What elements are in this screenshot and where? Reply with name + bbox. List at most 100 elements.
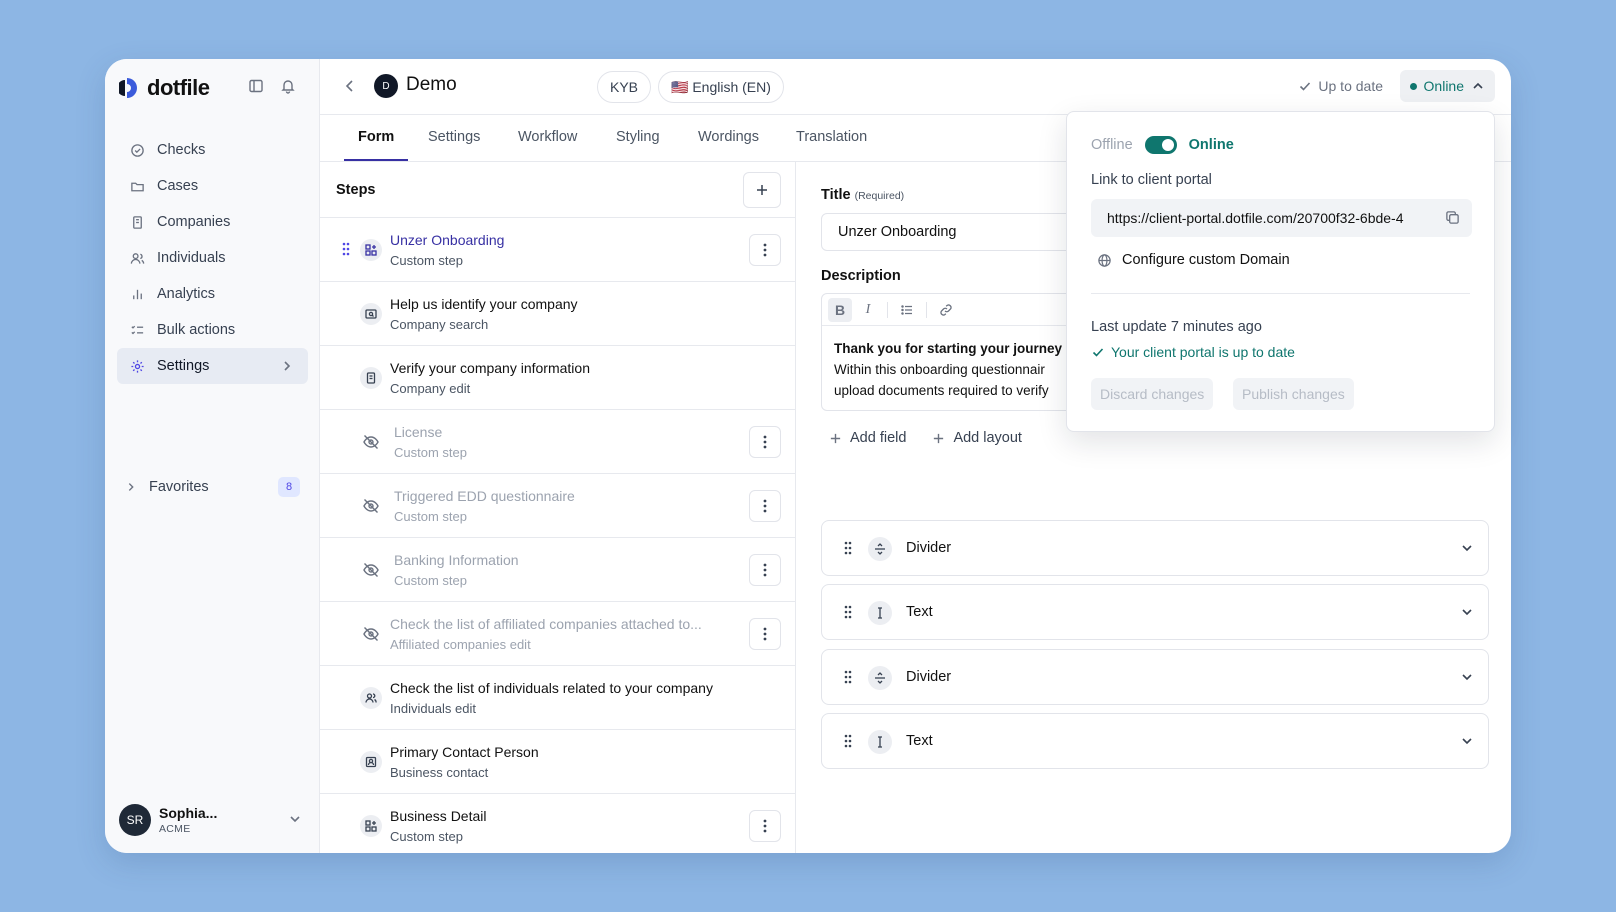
drag-handle-icon[interactable] <box>844 670 852 687</box>
sidebar-item-label: Checks <box>157 142 206 158</box>
drag-handle-icon[interactable] <box>844 541 852 558</box>
step-item[interactable]: Unzer Onboarding Custom step <box>320 218 795 282</box>
field-card[interactable]: Divider <box>821 649 1489 705</box>
tab-settings[interactable]: Settings <box>428 129 480 145</box>
logo[interactable]: dotfile <box>117 73 309 103</box>
tab-form[interactable]: Form <box>358 129 394 145</box>
publish-changes-button[interactable]: Publish changes <box>1233 378 1354 410</box>
step-subtitle: Business contact <box>390 765 489 780</box>
chevron-down-icon[interactable] <box>1460 541 1474 558</box>
field-name: Divider <box>906 540 952 556</box>
steps-title: Steps <box>336 182 376 198</box>
tab-styling[interactable]: Styling <box>616 129 660 145</box>
avatar: SR <box>119 804 151 836</box>
step-subtitle: Company edit <box>390 381 471 396</box>
sidebar-item-label: Bulk actions <box>157 322 236 338</box>
toolbar-divider <box>926 301 927 318</box>
sidebar-item-label: Individuals <box>157 250 226 266</box>
step-item[interactable]: Check the list of affiliated companies a… <box>320 602 795 666</box>
portal-link-label: Link to client portal <box>1091 172 1212 188</box>
back-arrow-icon[interactable] <box>342 78 358 97</box>
sidebar-item-settings[interactable]: Settings <box>117 348 308 384</box>
chevron-up-icon <box>1471 79 1485 93</box>
add-field-label: Add field <box>850 430 907 446</box>
chevron-down-icon[interactable] <box>1460 605 1474 622</box>
add-step-button[interactable] <box>743 172 781 208</box>
sidebar-item-label: Companies <box>157 214 231 230</box>
configure-domain-link[interactable]: Configure custom Domain <box>1097 252 1290 268</box>
sidebar-item-individuals[interactable]: Individuals <box>117 240 308 276</box>
tab-wordings[interactable]: Wordings <box>698 129 759 145</box>
field-name: Divider <box>906 669 952 685</box>
text-cursor-icon <box>868 601 892 625</box>
online-toggle[interactable] <box>1144 136 1177 154</box>
eye-off-icon <box>360 623 382 645</box>
discard-changes-button[interactable]: Discard changes <box>1091 378 1214 410</box>
tab-translation[interactable]: Translation <box>796 129 867 145</box>
step-menu-button[interactable] <box>749 234 781 266</box>
step-item[interactable]: Business Detail Custom step <box>320 794 795 853</box>
step-item[interactable]: Check the list of individuals related to… <box>320 666 795 730</box>
more-vertical-icon <box>763 563 767 577</box>
eye-off-icon <box>360 559 382 581</box>
steps-header: Steps <box>320 162 795 218</box>
step-menu-button[interactable] <box>749 554 781 586</box>
tab-workflow[interactable]: Workflow <box>518 129 577 145</box>
sidebar-item-bulk-actions[interactable]: Bulk actions <box>117 312 308 348</box>
step-subtitle: Custom step <box>394 573 467 588</box>
favorites-toggle[interactable]: Favorites 8 <box>117 469 308 505</box>
link-icon[interactable] <box>934 298 958 322</box>
sync-status-label: Up to date <box>1318 78 1383 94</box>
add-layout-button[interactable]: Add layout <box>932 430 1022 446</box>
sidebar-item-checks[interactable]: Checks <box>117 132 308 168</box>
drag-handle-icon[interactable] <box>844 734 852 751</box>
step-item[interactable]: Primary Contact Person Business contact <box>320 730 795 794</box>
italic-icon[interactable]: I <box>856 298 880 322</box>
step-item[interactable]: Banking Information Custom step <box>320 538 795 602</box>
offline-label: Offline <box>1091 137 1133 153</box>
step-menu-button[interactable] <box>749 426 781 458</box>
field-card[interactable]: Text <box>821 584 1489 640</box>
dotfile-logo-icon <box>117 76 141 100</box>
sidebar-item-cases[interactable]: Cases <box>117 168 308 204</box>
step-title: Unzer Onboarding <box>390 232 505 248</box>
bell-icon[interactable] <box>279 77 297 95</box>
step-menu-button[interactable] <box>749 490 781 522</box>
portal-url: https://client-portal.dotfile.com/20700f… <box>1107 210 1404 226</box>
language-chip[interactable]: 🇺🇸 English (EN) <box>658 71 784 103</box>
step-menu-button[interactable] <box>749 618 781 650</box>
add-field-button[interactable]: Add field <box>829 430 906 446</box>
more-vertical-icon <box>763 499 767 513</box>
step-item[interactable]: Help us identify your company Company se… <box>320 282 795 346</box>
step-title: Business Detail <box>390 808 487 824</box>
bold-icon[interactable]: B <box>828 297 852 322</box>
bar-chart-icon <box>129 286 145 302</box>
drag-handle-icon[interactable] <box>844 605 852 622</box>
portal-url-field[interactable]: https://client-portal.dotfile.com/20700f… <box>1091 199 1472 237</box>
sidebar-item-companies[interactable]: Companies <box>117 204 308 240</box>
step-item[interactable]: Verify your company information Company … <box>320 346 795 410</box>
user-menu[interactable]: SR Sophia... ACME <box>119 801 309 839</box>
active-tab-indicator <box>344 159 408 161</box>
step-menu-button[interactable] <box>749 810 781 842</box>
drag-handle-icon[interactable] <box>342 242 350 259</box>
step-item[interactable]: License Custom step <box>320 410 795 474</box>
sidebar-item-analytics[interactable]: Analytics <box>117 276 308 312</box>
chevron-down-icon[interactable] <box>1460 734 1474 751</box>
logo-text: dotfile <box>147 75 210 100</box>
copy-icon[interactable] <box>1445 210 1460 228</box>
field-card[interactable]: Text <box>821 713 1489 769</box>
step-subtitle: Custom step <box>394 445 467 460</box>
step-item[interactable]: Triggered EDD questionnaire Custom step <box>320 474 795 538</box>
online-status-button[interactable]: Online <box>1399 70 1495 102</box>
step-subtitle: Custom step <box>390 829 463 844</box>
list-icon[interactable] <box>895 298 919 322</box>
divider-icon <box>868 537 892 561</box>
configure-domain-label: Configure custom Domain <box>1122 252 1290 268</box>
field-card[interactable]: Divider <box>821 520 1489 576</box>
sidebar-toggle-icon[interactable] <box>247 77 265 95</box>
chevron-down-icon[interactable] <box>1460 670 1474 687</box>
steps-panel: Steps Unzer Onboarding Custom step Help … <box>320 162 796 853</box>
favorites-count-badge: 8 <box>278 477 300 497</box>
kyb-chip[interactable]: KYB <box>597 71 652 103</box>
